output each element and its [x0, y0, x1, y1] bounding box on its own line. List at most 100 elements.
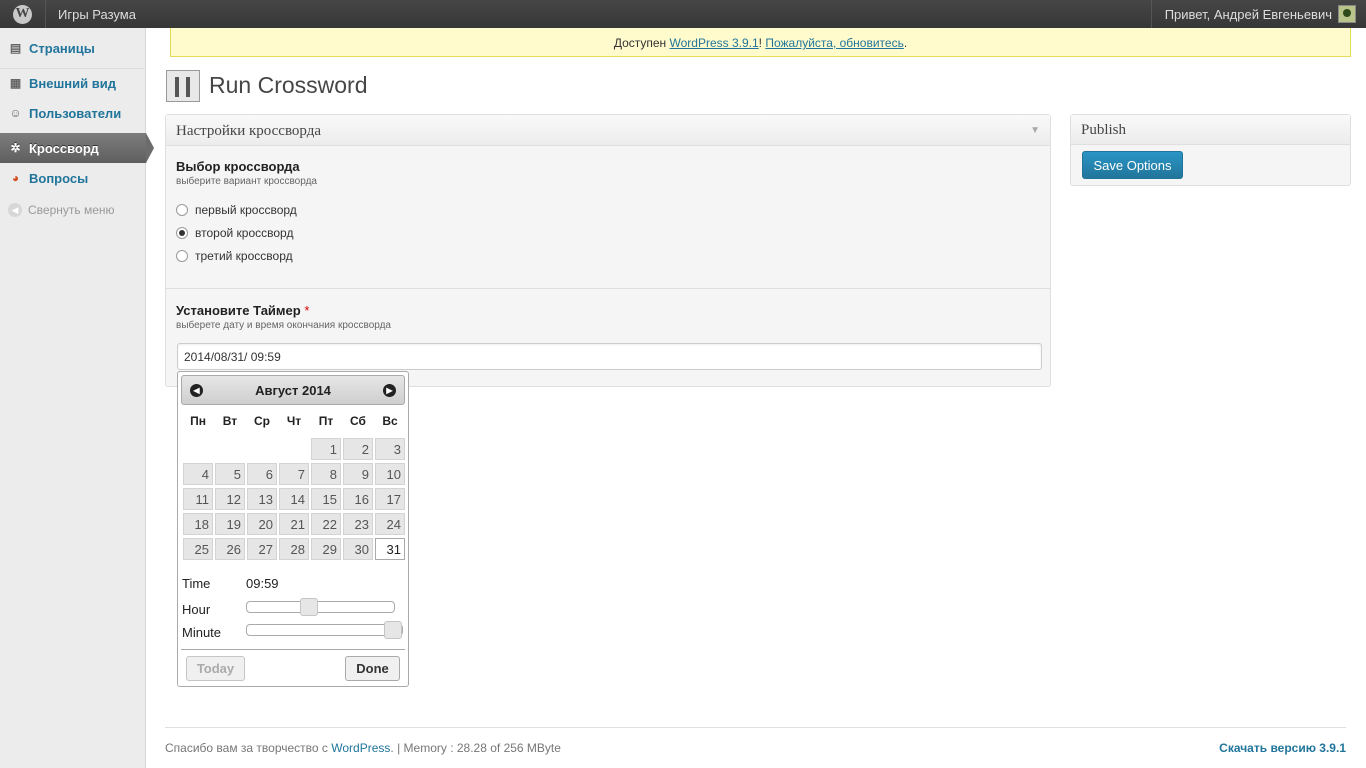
day-cell[interactable]: 30: [343, 538, 373, 560]
radio-label: третий кроссворд: [195, 249, 293, 263]
day-cell[interactable]: 27: [247, 538, 277, 560]
pages-icon: ▤: [9, 41, 22, 55]
sidebar-item-crossword[interactable]: ✲ Кроссворд: [0, 133, 154, 163]
day-cell[interactable]: 14: [279, 488, 309, 510]
sidebar-item-appearance[interactable]: ▦ Внешний вид: [0, 68, 146, 98]
timer-label: Установите Таймер *: [176, 303, 309, 318]
wordpress-version-link[interactable]: WordPress 3.9.1: [670, 36, 759, 50]
timer-datetime-input[interactable]: [177, 343, 1042, 370]
day-cell[interactable]: 22: [311, 513, 341, 535]
minute-label: Minute: [182, 625, 222, 640]
next-month-icon[interactable]: ▶: [383, 384, 396, 397]
download-version-link[interactable]: Скачать версию 3.9.1: [1219, 741, 1346, 755]
settings-page-icon: [166, 70, 200, 102]
admin-bar: W Игры Разума Привет, Андрей Евгеньевич: [0, 0, 1366, 28]
day-cell[interactable]: 8: [311, 463, 341, 485]
appearance-icon: ▦: [9, 76, 22, 90]
datepicker-header: ◀ Август 2014 ▶: [181, 375, 405, 405]
day-cell[interactable]: 16: [343, 488, 373, 510]
day-cell[interactable]: 11: [183, 488, 213, 510]
account-menu[interactable]: Привет, Андрей Евгеньевич: [1150, 0, 1366, 28]
settings-box-header[interactable]: Настройки кроссворда ▼: [166, 115, 1050, 146]
avatar: [1338, 5, 1356, 23]
weekday-label: Пт: [318, 414, 334, 428]
sidebar-item-label: Пользователи: [29, 105, 122, 121]
update-notice: Доступен WordPress 3.9.1! Пожалуйста, об…: [170, 28, 1351, 57]
collapse-menu-button[interactable]: ◀ Свернуть меню: [0, 195, 146, 225]
day-cell[interactable]: 28: [279, 538, 309, 560]
sidebar-item-label: Вопросы: [29, 170, 89, 186]
day-cell[interactable]: 13: [247, 488, 277, 510]
day-cell[interactable]: 17: [375, 488, 405, 510]
update-now-link[interactable]: Пожалуйста, обновитесь: [765, 36, 904, 50]
day-cell[interactable]: 6: [247, 463, 277, 485]
day-cell[interactable]: 21: [279, 513, 309, 535]
sidebar-item-label: Кроссворд: [29, 140, 99, 156]
questions-icon: ◕: [11, 171, 20, 185]
day-cell[interactable]: 18: [183, 513, 213, 535]
sidebar-item-users[interactable]: ☺ Пользователи: [0, 98, 146, 128]
wordpress-link[interactable]: WordPress: [331, 741, 390, 755]
crossword-select-description: выберите вариант кроссворда: [176, 176, 317, 187]
crossword-option-2[interactable]: второй кроссворд: [176, 226, 293, 240]
crossword-option-3[interactable]: третий кроссворд: [176, 249, 293, 263]
day-cell[interactable]: 23: [343, 513, 373, 535]
radio-button[interactable]: [176, 204, 188, 216]
day-cell[interactable]: 10: [375, 463, 405, 485]
minute-slider[interactable]: [246, 621, 403, 639]
hour-slider[interactable]: [246, 598, 395, 616]
weekday-label: Ср: [254, 414, 270, 428]
day-cell[interactable]: 3: [375, 438, 405, 460]
datepicker-divider: [181, 649, 405, 650]
hour-slider-handle[interactable]: [299, 598, 318, 616]
gear-icon: ✲: [10, 141, 21, 155]
day-cell-selected[interactable]: 31: [375, 538, 405, 560]
crossword-select-label: Выбор кроссворда: [176, 159, 300, 174]
wordpress-logo-icon[interactable]: W: [0, 0, 46, 28]
timer-label-text: Установите Таймер: [176, 303, 301, 318]
day-cell[interactable]: 25: [183, 538, 213, 560]
collapse-toggle-icon[interactable]: ▼: [1030, 125, 1040, 136]
day-cell[interactable]: 29: [311, 538, 341, 560]
publish-box: Publish Save Options: [1070, 114, 1351, 186]
time-value: 09:59: [246, 576, 279, 591]
day-cell[interactable]: 15: [311, 488, 341, 510]
section-divider: [166, 288, 1050, 289]
collapse-menu-label: Свернуть меню: [28, 203, 115, 217]
page-title: Run Crossword: [209, 72, 368, 98]
prev-month-icon[interactable]: ◀: [190, 384, 203, 397]
radio-button-checked[interactable]: [176, 227, 188, 239]
day-cell[interactable]: 12: [215, 488, 245, 510]
footer-credits: Спасибо вам за творчество с WordPress. |…: [165, 741, 561, 755]
crossword-option-1[interactable]: первый кроссворд: [176, 203, 297, 217]
month-title: Август 2014: [255, 383, 331, 398]
day-cell[interactable]: 1: [311, 438, 341, 460]
day-cell[interactable]: 26: [215, 538, 245, 560]
footer-divider: [165, 727, 1346, 728]
minute-slider-handle[interactable]: [384, 621, 402, 639]
weekday-label: Вт: [222, 414, 238, 428]
site-name-link[interactable]: Игры Разума: [58, 7, 136, 22]
users-icon: ☺: [9, 106, 22, 120]
day-cell[interactable]: 4: [183, 463, 213, 485]
time-label: Time: [182, 576, 211, 591]
day-cell[interactable]: 20: [247, 513, 277, 535]
day-cell[interactable]: 7: [279, 463, 309, 485]
sidebar-item-label: Страницы: [29, 40, 95, 56]
day-cell[interactable]: 24: [375, 513, 405, 535]
today-button[interactable]: Today: [186, 656, 245, 681]
timer-description: выберете дату и время окончания кроссвор…: [176, 320, 391, 331]
day-cell[interactable]: 9: [343, 463, 373, 485]
day-cell[interactable]: 5: [215, 463, 245, 485]
weekday-label: Вс: [382, 414, 398, 428]
weekday-label: Пн: [190, 414, 206, 428]
crossword-settings-box: Настройки кроссворда ▼ Выбор кроссворда …: [165, 114, 1051, 387]
save-options-button[interactable]: Save Options: [1082, 151, 1183, 179]
notice-suffix: .: [903, 36, 908, 50]
day-cell[interactable]: 2: [343, 438, 373, 460]
sidebar-item-pages[interactable]: ▤ Страницы: [0, 33, 146, 63]
sidebar-item-questions[interactable]: ◕ Вопросы: [0, 163, 146, 193]
done-button[interactable]: Done: [345, 656, 400, 681]
radio-button[interactable]: [176, 250, 188, 262]
day-cell[interactable]: 19: [215, 513, 245, 535]
